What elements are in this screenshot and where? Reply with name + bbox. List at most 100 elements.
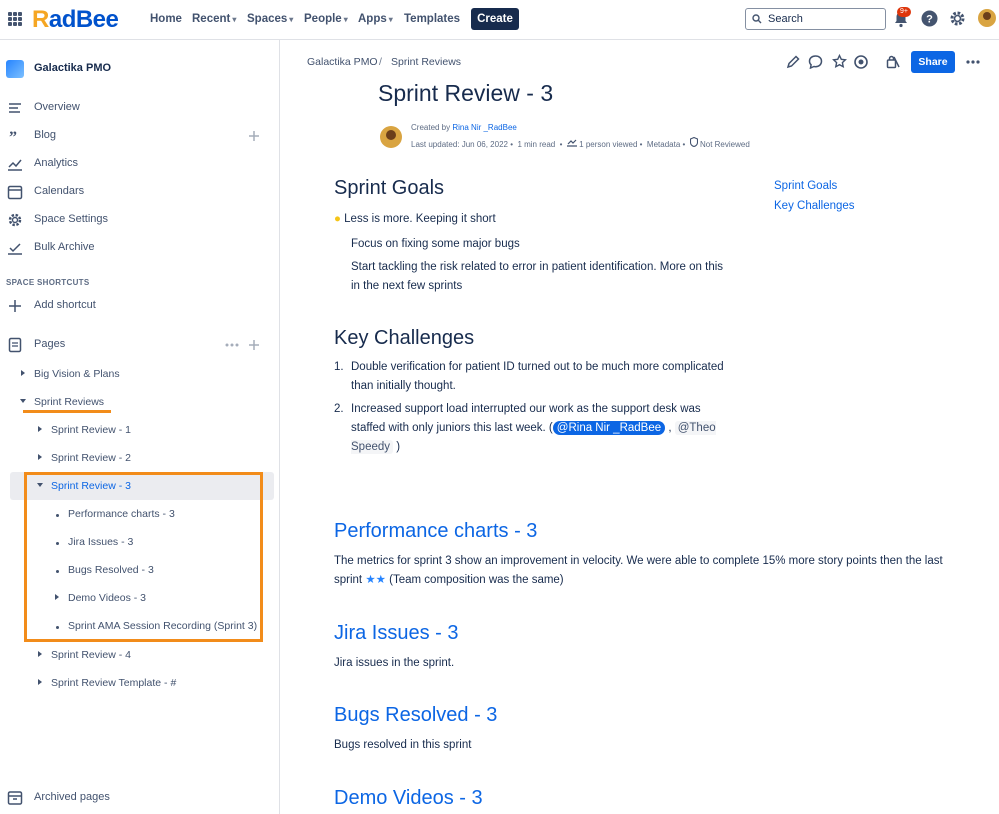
plus-icon (9, 300, 21, 312)
chevron-down-icon: ▾ (343, 15, 348, 24)
heading-key-challenges: Key Challenges (334, 327, 475, 349)
chart-icon (566, 139, 577, 147)
space-icon (6, 60, 24, 78)
highlight-box (24, 472, 263, 642)
challenge-item-2: Increased support load interrupted our w… (351, 403, 716, 454)
space-shortcuts-header: SPACE SHORTCUTS (6, 278, 90, 287)
share-button[interactable]: Share (911, 51, 955, 73)
sidebar-item-label: Archived pages (34, 791, 110, 803)
user-avatar[interactable] (978, 9, 996, 27)
nav-home[interactable]: Home (150, 13, 182, 25)
svg-text:?: ? (926, 14, 933, 26)
more-actions-icon[interactable] (966, 60, 980, 64)
sidebar-item-label: Analytics (34, 157, 79, 169)
metadata-link[interactable]: Metadata (647, 140, 680, 149)
performance-text-note: (Team composition was the same) (389, 574, 564, 586)
challenge-item-1: Double verification for patient ID turne… (351, 361, 724, 392)
expand-arrow-icon[interactable] (38, 651, 42, 657)
nav-apps[interactable]: Apps ▾ (358, 13, 393, 25)
app-switcher-icon[interactable] (8, 12, 22, 26)
nav-templates[interactable]: Templates (404, 13, 460, 25)
collapse-arrow-icon[interactable] (20, 399, 26, 403)
more-options-icon[interactable] (225, 343, 239, 347)
top-bar: RadBee Home Recent ▾ Spaces ▾ People ▾ Apps… (0, 0, 999, 40)
sidebar: Galactika PMO Overview ” Blog Analytics … (0, 40, 280, 814)
sidebar-item-label: Overview (34, 101, 80, 113)
sidebar-item-space-settings[interactable]: Space Settings (0, 210, 280, 230)
mention-rina[interactable]: @Rina Nir _RadBee (552, 421, 666, 435)
search-input[interactable]: Search (745, 8, 886, 30)
watch-icon[interactable] (854, 55, 868, 69)
chevron-down-icon: ▾ (289, 15, 294, 24)
author-link[interactable]: Rina Nir _RadBee (452, 123, 516, 132)
sidebar-item-blog[interactable]: ” Blog (0, 126, 280, 146)
review-status-icon (689, 136, 698, 148)
sidebar-item-label: Blog (34, 129, 57, 141)
comment-icon[interactable] (808, 55, 823, 69)
page-views[interactable]: 1 person viewed (579, 140, 637, 149)
tree-item-big-vision[interactable]: Big Vision & Plans (34, 368, 120, 380)
overview-icon (9, 103, 21, 113)
add-blog-icon[interactable] (249, 131, 259, 141)
breadcrumb-parent[interactable]: Sprint Reviews (391, 56, 461, 68)
sidebar-item-bulk-archive[interactable]: Bulk Archive (0, 238, 280, 258)
expand-arrow-icon[interactable] (38, 454, 42, 460)
sidebar-item-pages[interactable]: Pages (0, 335, 280, 355)
tree-item-sprint-reviews[interactable]: Sprint Reviews (34, 396, 104, 408)
tree-item-sprint-review-1[interactable]: Sprint Review - 1 (51, 424, 131, 436)
breadcrumb-space[interactable]: Galactika PMO (307, 56, 378, 68)
nav-people-label: People (304, 13, 342, 25)
settings-gear-icon[interactable] (949, 10, 966, 27)
edit-pencil-icon[interactable] (786, 55, 800, 69)
sidebar-item-archived-pages[interactable]: Archived pages (0, 788, 280, 808)
create-button[interactable]: Create (471, 8, 519, 30)
goal-item-2: Focus on fixing some major bugs (351, 238, 520, 250)
add-page-icon[interactable] (249, 340, 259, 350)
help-icon[interactable]: ? (921, 10, 938, 27)
logo[interactable]: RadBee (32, 6, 119, 34)
expand-arrow-icon[interactable] (38, 679, 42, 685)
archive-check-icon (8, 243, 22, 255)
expand-arrow-icon[interactable] (21, 370, 25, 376)
sidebar-item-label: Bulk Archive (34, 241, 95, 253)
space-name[interactable]: Galactika PMO (34, 62, 111, 74)
sidebar-item-calendars[interactable]: Calendars (0, 182, 280, 202)
performance-text: The metrics for sprint 3 show an improve… (334, 552, 944, 590)
heading-demo-videos: Demo Videos - 3 (334, 787, 483, 809)
last-updated[interactable]: Last updated: Jun 06, 2022 (411, 140, 508, 149)
star-icon[interactable] (832, 54, 847, 69)
archive-icon (7, 791, 23, 805)
nav-recent[interactable]: Recent ▾ (192, 13, 236, 25)
sidebar-item-overview[interactable]: Overview (0, 98, 280, 118)
sidebar-item-label: Pages (34, 338, 66, 350)
expand-arrow-icon[interactable] (38, 426, 42, 432)
add-shortcut-item[interactable]: Add shortcut (0, 296, 280, 316)
toc-link-sprint-goals[interactable]: Sprint Goals (774, 180, 837, 192)
review-status[interactable]: Not Reviewed (700, 140, 750, 149)
nav-recent-label: Recent (192, 13, 231, 25)
tree-item-template[interactable]: Sprint Review Template - # (51, 677, 176, 689)
bugs-text: Bugs resolved in this sprint (334, 739, 472, 751)
tree-item-sprint-review-2[interactable]: Sprint Review - 2 (51, 452, 131, 464)
heading-bugs-resolved: Bugs Resolved - 3 (334, 704, 498, 726)
toc-link-key-challenges[interactable]: Key Challenges (774, 200, 855, 212)
nav-spaces[interactable]: Spaces ▾ (247, 13, 293, 25)
nav-people[interactable]: People ▾ (304, 13, 348, 25)
author-avatar[interactable] (380, 126, 402, 148)
sidebar-item-analytics[interactable]: Analytics (0, 154, 280, 174)
list-number-2: 2. (334, 403, 344, 415)
analytics-icon (8, 159, 22, 171)
goal-text-1: Less is more. Keeping it short (344, 213, 496, 225)
chevron-down-icon: ▾ (388, 15, 393, 24)
lightbulb-icon: ● (334, 213, 341, 225)
main-content: Galactika PMO / Sprint Reviews Share Spr… (281, 40, 999, 814)
gear-icon (8, 213, 22, 227)
created-prefix: Created by (411, 123, 453, 132)
sidebar-item-label: Calendars (34, 185, 85, 197)
heading-performance-charts: Performance charts - 3 (334, 520, 538, 542)
chevron-down-icon: ▾ (232, 15, 237, 24)
restrictions-icon[interactable] (886, 55, 900, 69)
heading-sprint-goals: Sprint Goals (334, 177, 445, 199)
tree-item-sprint-review-4[interactable]: Sprint Review - 4 (51, 649, 131, 661)
calendar-icon (7, 185, 23, 200)
